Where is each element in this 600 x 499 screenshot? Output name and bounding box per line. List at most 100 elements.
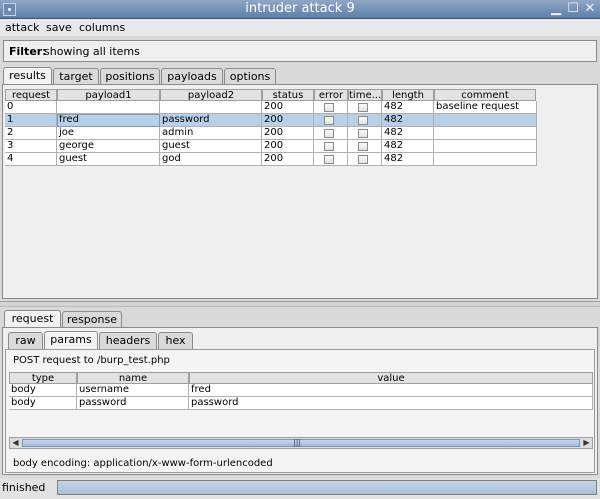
cell-payload2 — [160, 101, 262, 114]
cell-payload2: admin — [160, 127, 262, 140]
cell-error — [314, 127, 348, 140]
error-checkbox[interactable] — [324, 103, 334, 112]
tab-target[interactable]: target — [53, 68, 99, 85]
minimize-icon[interactable]: ▁ — [548, 1, 564, 17]
params-panel: POST request to /burp_test.php type name… — [5, 349, 595, 473]
close-icon[interactable]: ✕ — [582, 1, 598, 17]
filter-value: showing all items — [44, 45, 140, 58]
cell-payload1 — [57, 101, 160, 114]
cell-error — [314, 114, 348, 127]
status-text: finished — [2, 481, 46, 494]
cell-error — [314, 153, 348, 166]
cell-status: 200 — [262, 114, 314, 127]
table-row[interactable]: 4 guest god 200 482 — [5, 153, 537, 166]
cell-request: 3 — [5, 140, 57, 153]
cell-payload1: guest — [57, 153, 160, 166]
cell-timeout — [348, 101, 382, 114]
panel-splitter[interactable] — [0, 301, 600, 307]
tab-positions[interactable]: positions — [100, 68, 160, 85]
cell-timeout — [348, 114, 382, 127]
tab-raw[interactable]: raw — [8, 332, 43, 349]
cell-length: 482 — [382, 101, 434, 114]
timeout-checkbox[interactable] — [358, 103, 368, 112]
table-row-selected[interactable]: 1 fred password 200 482 — [5, 114, 537, 127]
column-header-payload2[interactable]: payload2 — [160, 89, 262, 101]
table-row[interactable]: 2 joe admin 200 482 — [5, 127, 537, 140]
column-header-request[interactable]: request — [5, 89, 57, 101]
tab-request[interactable]: request — [4, 310, 61, 328]
timeout-checkbox[interactable] — [358, 129, 368, 138]
horizontal-scrollbar[interactable]: ◀ ||| ▶ — [9, 437, 593, 449]
tab-response[interactable]: response — [62, 311, 122, 328]
cell-payload1: joe — [57, 127, 160, 140]
param-name[interactable]: username — [77, 384, 189, 397]
column-header-status[interactable]: status — [262, 89, 314, 101]
column-header-payload1[interactable]: payload1 — [57, 89, 160, 101]
cell-comment — [434, 140, 537, 153]
scroll-right-icon[interactable]: ▶ — [581, 438, 592, 448]
body-encoding: body encoding: application/x-www-form-ur… — [13, 458, 273, 469]
cell-comment — [434, 153, 537, 166]
cell-comment — [434, 114, 537, 127]
menu-save[interactable]: save — [46, 21, 72, 34]
param-type[interactable]: body — [9, 384, 77, 397]
column-header-error[interactable]: error — [314, 89, 348, 101]
tab-params[interactable]: params — [44, 331, 98, 349]
table-row[interactable]: 0 200 482 baseline request — [5, 101, 537, 114]
cell-comment: baseline request — [434, 101, 537, 114]
error-checkbox[interactable] — [324, 155, 334, 164]
filter-bar[interactable]: Filter: showing all items — [3, 40, 597, 62]
error-checkbox[interactable] — [324, 116, 334, 125]
tab-headers[interactable]: headers — [99, 332, 157, 349]
timeout-checkbox[interactable] — [358, 155, 368, 164]
maximize-icon[interactable]: ☐ — [565, 1, 581, 17]
cell-payload1: george — [57, 140, 160, 153]
cell-payload2: password — [160, 114, 262, 127]
column-header-comment[interactable]: comment — [434, 89, 536, 101]
menu-attack[interactable]: attack — [5, 21, 40, 34]
cell-length: 482 — [382, 153, 434, 166]
column-header-name[interactable]: name — [77, 372, 189, 384]
cell-status: 200 — [262, 127, 314, 140]
param-value[interactable]: fred — [189, 384, 593, 397]
cell-status: 200 — [262, 101, 314, 114]
timeout-checkbox[interactable] — [358, 142, 368, 151]
cell-payload1[interactable]: fred — [57, 114, 160, 127]
param-value[interactable]: password — [189, 397, 593, 410]
timeout-checkbox[interactable] — [358, 116, 368, 125]
tab-payloads[interactable]: payloads — [161, 68, 223, 85]
column-header-length[interactable]: length — [382, 89, 434, 101]
cell-error — [314, 140, 348, 153]
column-header-timeout[interactable]: time... — [348, 89, 382, 101]
message-panel: raw params headers hex POST request to /… — [2, 327, 598, 475]
table-row[interactable]: 3 george guest 200 482 — [5, 140, 537, 153]
title-bar: intruder attack 9 ▁ ☐ ✕ — [0, 0, 600, 19]
column-header-type[interactable]: type — [9, 372, 77, 384]
cell-error — [314, 101, 348, 114]
param-name[interactable]: password — [77, 397, 189, 410]
scrollbar-thumb[interactable]: ||| — [22, 439, 580, 447]
tab-results[interactable]: results — [3, 67, 52, 85]
error-checkbox[interactable] — [324, 129, 334, 138]
cell-request: 2 — [5, 127, 57, 140]
cell-timeout — [348, 140, 382, 153]
window-title: intruder attack 9 — [245, 1, 355, 16]
tab-options[interactable]: options — [224, 68, 276, 85]
cell-status: 200 — [262, 153, 314, 166]
status-bar: finished — [0, 478, 600, 499]
cell-payload2: guest — [160, 140, 262, 153]
cell-timeout — [348, 153, 382, 166]
param-type[interactable]: body — [9, 397, 77, 410]
cell-request: 4 — [5, 153, 57, 166]
cell-request: 0 — [5, 101, 57, 114]
cell-status: 200 — [262, 140, 314, 153]
grip-icon: ||| — [293, 438, 302, 447]
error-checkbox[interactable] — [324, 142, 334, 151]
cell-request: 1 — [5, 114, 57, 127]
column-header-value[interactable]: value — [189, 372, 593, 384]
cell-length: 482 — [382, 140, 434, 153]
cell-comment — [434, 127, 537, 140]
menu-columns[interactable]: columns — [79, 21, 125, 34]
scroll-left-icon[interactable]: ◀ — [10, 438, 21, 448]
tab-hex[interactable]: hex — [158, 332, 193, 349]
